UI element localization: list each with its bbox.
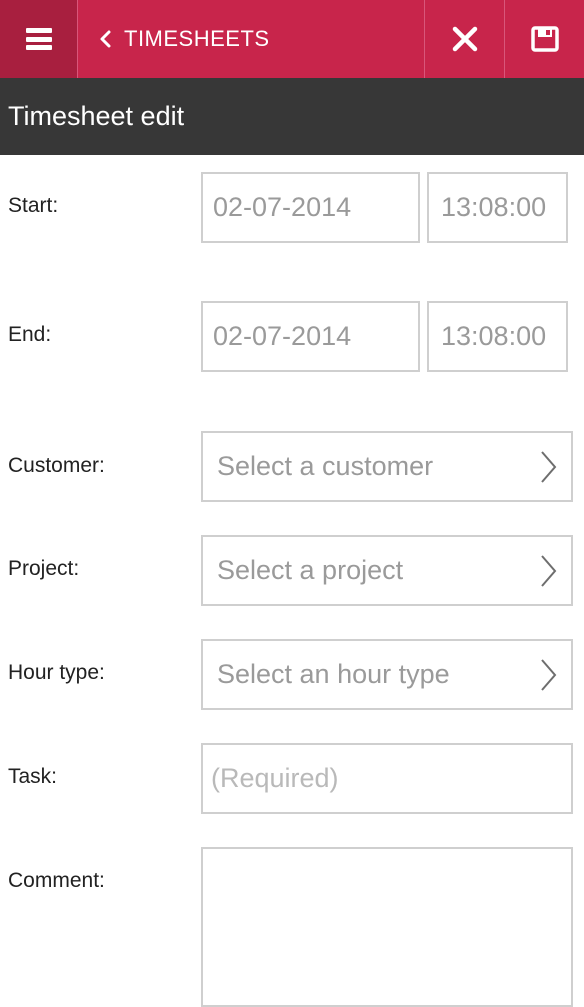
start-label: Start: — [8, 194, 59, 217]
chevron-left-icon — [92, 26, 118, 52]
hour-type-label: Hour type: — [8, 661, 105, 684]
comment-textarea[interactable] — [201, 847, 573, 1007]
end-time-field[interactable]: 13:08:00 — [427, 301, 568, 372]
start-time-value: 13:08:00 — [441, 192, 547, 222]
menu-button[interactable] — [0, 0, 78, 78]
task-placeholder: (Required) — [211, 763, 339, 793]
project-label: Project: — [8, 557, 80, 580]
hour-type-select[interactable]: Select an hour type — [201, 639, 573, 710]
app-bar: TIMESHEETS — [0, 0, 584, 78]
save-button[interactable] — [504, 0, 584, 78]
start-time-field[interactable]: 13:08:00 — [427, 172, 568, 243]
page-header: Timesheet edit — [0, 78, 584, 155]
task-input[interactable]: (Required) — [201, 743, 573, 814]
end-date-field[interactable]: 02-07-2014 — [201, 301, 420, 372]
hamburger-menu-icon — [25, 28, 52, 50]
chevron-right-icon — [525, 537, 571, 604]
back-button[interactable]: TIMESHEETS — [78, 0, 424, 78]
comment-label: Comment: — [8, 869, 105, 892]
page-title: Timesheet edit — [8, 101, 185, 131]
customer-select[interactable]: Select a customer — [201, 431, 573, 502]
chevron-right-icon — [525, 641, 571, 708]
customer-label: Customer: — [8, 454, 105, 477]
hour-type-select-value: Select an hour type — [217, 659, 450, 689]
back-label: TIMESHEETS — [124, 26, 270, 51]
close-button[interactable] — [424, 0, 504, 78]
chevron-right-icon — [525, 433, 571, 500]
start-date-value: 02-07-2014 — [213, 192, 352, 222]
project-select-value: Select a project — [217, 555, 404, 585]
end-date-value: 02-07-2014 — [213, 321, 352, 351]
project-select[interactable]: Select a project — [201, 535, 573, 606]
save-icon — [530, 26, 559, 52]
end-label: End: — [8, 323, 52, 346]
start-date-field[interactable]: 02-07-2014 — [201, 172, 420, 243]
close-icon — [452, 26, 477, 52]
end-time-value: 13:08:00 — [441, 321, 547, 351]
customer-select-value: Select a customer — [217, 451, 434, 481]
task-label: Task: — [8, 765, 58, 788]
